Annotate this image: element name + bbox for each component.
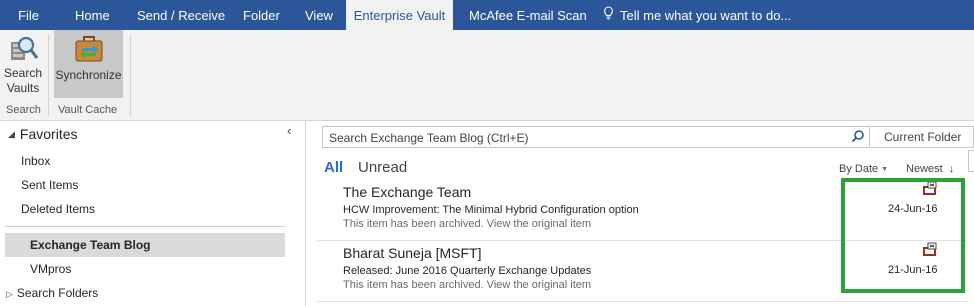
message-subject: Released: June 2016 Quarterly Exchange U… <box>343 265 592 277</box>
search-vaults-label-2: Vaults <box>6 81 40 95</box>
folder-divider <box>5 226 285 227</box>
group-divider <box>48 34 49 116</box>
sort-by-label: By Date <box>839 163 879 175</box>
lightbulb-icon <box>603 0 614 31</box>
folder-exchange-team-blog[interactable]: Exchange Team Blog <box>5 233 285 257</box>
tab-home[interactable]: Home <box>75 0 110 30</box>
sort-by-date[interactable]: By Date ▼ <box>839 163 888 175</box>
message-sender: The Exchange Team <box>343 184 472 200</box>
favorites-label: Favorites <box>19 126 78 142</box>
tell-me-box[interactable]: Tell me what you want to do... <box>603 0 791 30</box>
sort-arrow-icon: ↓ <box>948 163 955 175</box>
folder-inbox[interactable]: Inbox <box>21 154 50 168</box>
synchronize-icon <box>73 34 105 66</box>
folder-pane: ◢ Favorites ‹ Inbox Sent Items Deleted It… <box>0 121 306 306</box>
synchronize-label: Synchronize <box>55 68 122 82</box>
tab-send-receive[interactable]: Send / Receive <box>137 0 225 30</box>
synchronize-button[interactable]: Synchronize <box>54 30 123 98</box>
search-vaults-button[interactable]: Search Vaults <box>3 32 43 102</box>
collapse-pane-icon[interactable]: ‹ <box>287 123 291 138</box>
tab-mcafee-email-scan[interactable]: McAfee E-mail Scan <box>469 0 587 30</box>
tell-me-text: Tell me what you want to do... <box>620 8 792 23</box>
search-folders-label: Search Folders <box>16 286 99 300</box>
vault-cache-group-label: Vault Cache <box>58 104 118 116</box>
expand-arrow-icon: ▷ <box>6 289 13 299</box>
message-sender: Bharat Suneja [MSFT] <box>343 245 482 261</box>
search-icon[interactable] <box>851 129 865 143</box>
tab-view[interactable]: View <box>305 0 333 30</box>
highlight-annotation-box <box>841 178 965 293</box>
message-preview: This item has been archived. View the or… <box>343 279 592 291</box>
folder-sent-items[interactable]: Sent Items <box>21 178 78 192</box>
scrollbar-button[interactable] <box>968 150 974 172</box>
tab-folder[interactable]: Folder <box>243 0 280 30</box>
search-group-label: Search <box>6 104 41 116</box>
group-divider <box>130 34 131 116</box>
search-input[interactable]: Search Exchange Team Blog (Ctrl+E) <box>322 126 870 148</box>
search-vaults-label-1: Search <box>3 66 43 80</box>
message-preview: This item has been archived. View the or… <box>343 218 592 230</box>
dropdown-arrow-icon: ▼ <box>881 166 889 173</box>
folder-search-folders[interactable]: ▷ Search Folders <box>6 286 98 300</box>
tab-file[interactable]: File <box>18 0 39 30</box>
filter-unread[interactable]: Unread <box>358 159 407 176</box>
search-scope-dropdown[interactable]: Current Folder <box>877 126 974 148</box>
message-subject: HCW Improvement: The Minimal Hybrid Conf… <box>343 204 639 216</box>
sort-order[interactable]: Newest ↓ <box>906 163 954 175</box>
favorites-header[interactable]: ◢ Favorites <box>8 126 78 142</box>
expand-triangle-icon: ◢ <box>8 129 15 139</box>
ribbon: Search Vaults Search Synchronize Vault C… <box>0 30 974 121</box>
search-vaults-icon <box>7 34 39 66</box>
sort-order-label: Newest <box>906 163 943 175</box>
tab-enterprise-vault[interactable]: Enterprise Vault <box>346 0 453 30</box>
search-placeholder: Search Exchange Team Blog (Ctrl+E) <box>329 131 529 145</box>
ribbon-tab-bar: File Home Send / Receive Folder View Ent… <box>0 0 974 30</box>
folder-deleted-items[interactable]: Deleted Items <box>21 202 95 216</box>
folder-vmpros[interactable]: VMpros <box>30 262 71 276</box>
filter-all[interactable]: All <box>324 159 343 176</box>
